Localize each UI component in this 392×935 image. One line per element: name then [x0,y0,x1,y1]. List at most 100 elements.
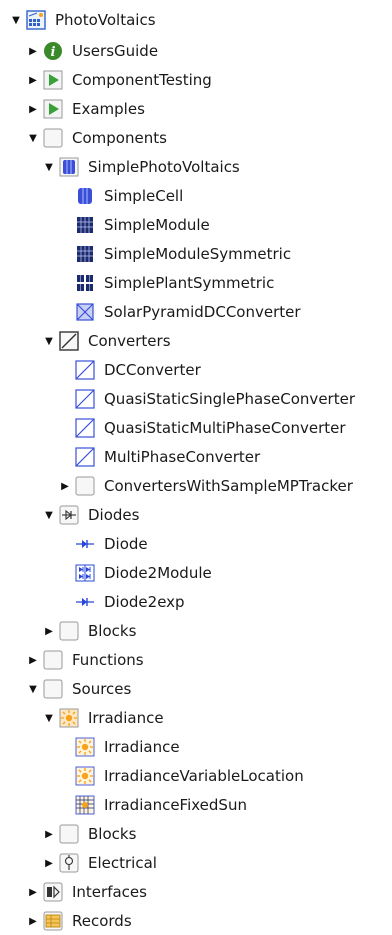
tree-item-diode2module[interactable]: Diode2Module [59,559,212,587]
expand-arrow-icon[interactable]: ▼ [43,704,55,732]
sun-icon [75,737,95,757]
package-icon [59,621,79,641]
tree-item-multiphaseconverter[interactable]: MultiPhaseConverter [59,443,260,471]
info-icon: i [43,41,63,61]
records-icon [43,911,63,931]
package-tree: ▼ PhotoVoltaics ▶ i UsersGuide ▶ Compone… [0,0,392,931]
sun-package-icon [59,708,79,728]
tree-item-examples[interactable]: ▶ Examples [27,95,145,123]
expand-arrow-icon[interactable]: ▼ [43,327,55,355]
tree-item-interfaces[interactable]: ▶ Interfaces [27,878,147,906]
tree-item-diode2exp[interactable]: Diode2exp [59,588,185,616]
tree-item-label: SimpleModule [104,216,210,234]
sun-grid-icon [75,795,95,815]
electrical-package-icon [59,853,79,873]
converter-icon [75,418,95,438]
tree-item-label: PhotoVoltaics [55,11,156,29]
tree-item-label: Blocks [88,825,137,843]
tree-item-converters[interactable]: ▼ Converters [43,327,171,355]
tree-item-blocks[interactable]: ▶ Blocks [43,617,136,645]
tree-item-label: QuasiStaticMultiPhaseConverter [104,419,346,437]
tree-item-label: Irradiance [88,709,164,727]
tree-item-label: Diode [104,535,148,553]
tree-item-label: Sources [72,680,132,698]
diode-package-icon [59,505,79,525]
cell-package-icon [59,157,79,177]
tree-item-quasistaticsinglephaseconverter[interactable]: QuasiStaticSinglePhaseConverter [59,385,355,413]
collapse-arrow-icon[interactable]: ▶ [27,66,39,94]
tree-item-label: Diode2exp [104,593,185,611]
tree-item-components[interactable]: ▼ Components [27,124,167,152]
tree-item-diode[interactable]: Diode [59,530,148,558]
tree-item-irradiance-package[interactable]: ▼ Irradiance [43,704,164,732]
package-icon [59,824,79,844]
converter-icon [75,360,95,380]
tree-item-photovoltaics[interactable]: ▼ PhotoVoltaics [10,6,156,34]
tree-item-functions[interactable]: ▶ Functions [27,646,144,674]
tree-item-irradiancefixedsun[interactable]: IrradianceFixedSun [59,791,247,819]
tree-item-diodes[interactable]: ▼ Diodes [43,501,139,529]
tree-item-sources-blocks[interactable]: ▶ Blocks [43,820,136,848]
expand-arrow-icon[interactable]: ▼ [27,675,39,703]
package-icon [75,476,95,496]
play-example-icon [43,99,63,119]
expand-arrow-icon[interactable]: ▼ [27,124,39,152]
collapse-arrow-icon[interactable]: ▶ [27,646,39,674]
package-icon [43,128,63,148]
package-icon [43,650,63,670]
tree-item-label: SimpleCell [104,187,184,205]
expand-arrow-icon[interactable]: ▼ [10,6,22,34]
tree-item-label: Diodes [88,506,140,524]
tree-item-label: IrradianceVariableLocation [104,767,304,785]
solar-module-icon [75,244,95,264]
collapse-arrow-icon[interactable]: ▶ [27,878,39,906]
tree-item-label: UsersGuide [72,42,159,60]
tree-item-label: SimpleModuleSymmetric [104,245,292,263]
tree-item-quasistaticmultiphaseconverter[interactable]: QuasiStaticMultiPhaseConverter [59,414,346,442]
tree-item-simplemodulesymmetric[interactable]: SimpleModuleSymmetric [59,240,291,268]
solar-module-icon [75,215,95,235]
tree-item-usersguide[interactable]: ▶ i UsersGuide [27,37,158,65]
collapse-arrow-icon[interactable]: ▶ [43,820,55,848]
diode-module-icon [75,563,95,583]
collapse-arrow-icon[interactable]: ▶ [43,849,55,877]
converter-icon [75,389,95,409]
tree-item-simplecell[interactable]: SimpleCell [59,182,183,210]
collapse-arrow-icon[interactable]: ▶ [43,617,55,645]
solar-plant-icon [75,273,95,293]
diode-icon [75,592,95,612]
tree-item-electrical[interactable]: ▶ Electrical [43,849,157,877]
tree-item-label: SimplePlantSymmetric [104,274,275,292]
tree-item-dcconverter[interactable]: DCConverter [59,356,201,384]
tree-item-label: Blocks [88,622,137,640]
tree-item-label: DCConverter [104,361,201,379]
tree-item-simpleplantsymmetric[interactable]: SimplePlantSymmetric [59,269,274,297]
tree-item-label: Converters [88,332,171,350]
tree-item-label: QuasiStaticSinglePhaseConverter [104,390,355,408]
tree-item-irradiance[interactable]: Irradiance [59,733,180,761]
expand-arrow-icon[interactable]: ▼ [43,153,55,181]
solar-pyramid-icon [75,302,95,322]
converter-icon [75,447,95,467]
interfaces-icon [43,882,63,902]
tree-item-converterswithsamplempttracker[interactable]: ▶ ConvertersWithSampleMPTracker [59,472,353,500]
tree-item-simplephotovoltaics[interactable]: ▼ SimplePhotoVoltaics [43,153,240,181]
tree-item-solarpyramiddcconverter[interactable]: SolarPyramidDCConverter [59,298,301,326]
collapse-arrow-icon[interactable]: ▶ [59,472,71,500]
tree-item-sources[interactable]: ▼ Sources [27,675,131,703]
tree-item-label: ConvertersWithSampleMPTracker [104,477,353,495]
collapse-arrow-icon[interactable]: ▶ [27,37,39,65]
tree-item-label: Interfaces [72,883,147,901]
solar-cell-icon [75,186,95,206]
tree-item-irradiancevariablelocation[interactable]: IrradianceVariableLocation [59,762,304,790]
collapse-arrow-icon[interactable]: ▶ [27,907,39,935]
tree-item-label: IrradianceFixedSun [104,796,247,814]
tree-item-simplemodule[interactable]: SimpleModule [59,211,210,239]
tree-item-componenttesting[interactable]: ▶ ComponentTesting [27,66,212,94]
tree-item-label: ComponentTesting [72,71,212,89]
photovoltaics-package-icon [26,10,46,30]
collapse-arrow-icon[interactable]: ▶ [27,95,39,123]
expand-arrow-icon[interactable]: ▼ [43,501,55,529]
tree-item-records[interactable]: ▶ Records [27,907,132,935]
tree-item-label: Records [72,912,132,930]
